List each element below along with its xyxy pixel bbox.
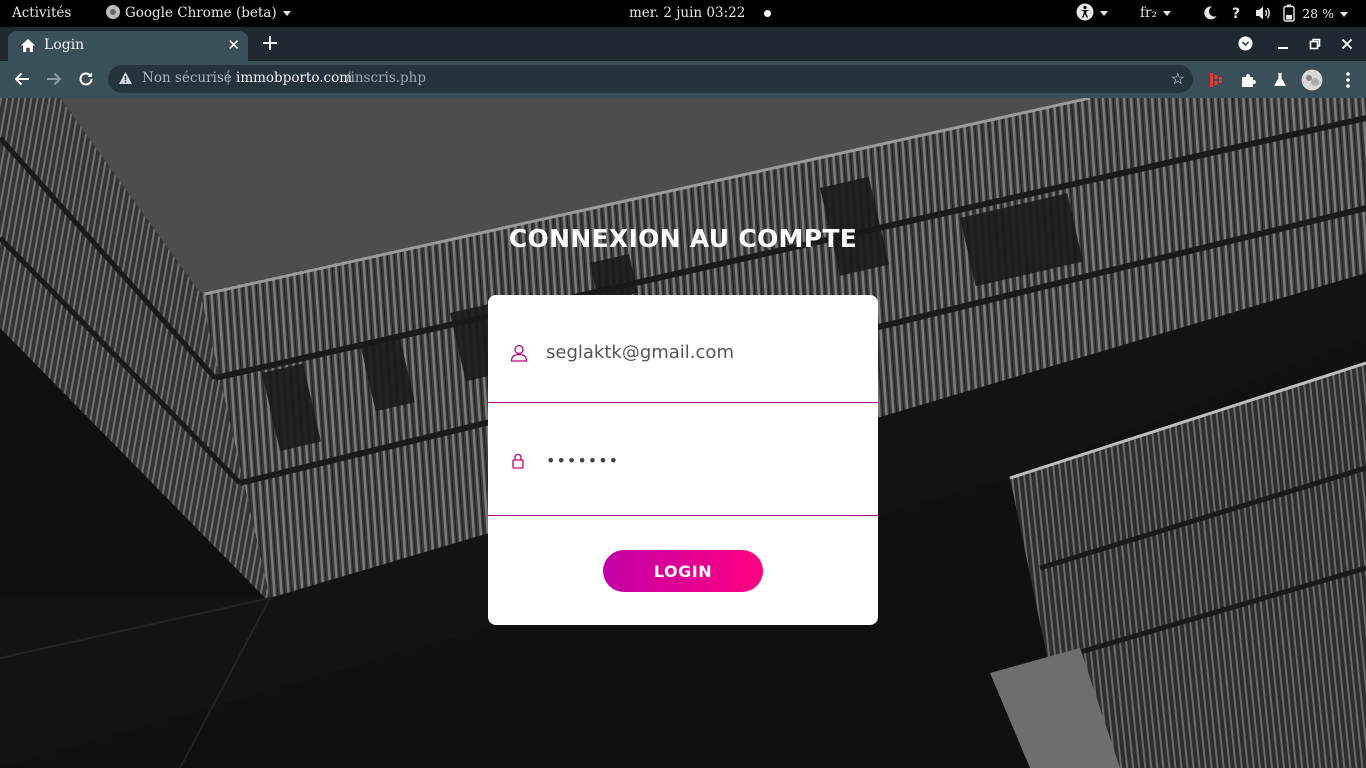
new-tab-button[interactable]: +: [258, 30, 282, 58]
home-icon: [21, 39, 35, 52]
tab-search-button[interactable]: [1232, 30, 1258, 58]
forward-button[interactable]: [40, 65, 68, 93]
app-name: Google Chrome (beta): [125, 5, 277, 21]
maximize-button[interactable]: [1302, 30, 1328, 58]
email-field[interactable]: [546, 337, 846, 367]
page-viewport: CONNEXION AU COMPTE LOGIN: [0, 98, 1366, 768]
system-top-bar: Activités Google Chrome (beta) mer. 2 ju…: [0, 0, 1366, 27]
clock[interactable]: mer. 2 juin 03:22: [629, 0, 771, 27]
battery-percent: 28 %: [1302, 6, 1334, 21]
browser-toolbar: Non sécurisé | immobporto.com /inscris.p…: [0, 61, 1366, 98]
tab-title: Login: [44, 37, 85, 53]
app-menu[interactable]: Google Chrome (beta): [105, 0, 291, 27]
profile-button[interactable]: [1300, 68, 1324, 92]
email-field-row: [488, 295, 878, 403]
arrow-left-icon: [14, 72, 29, 86]
bookmark-star-icon[interactable]: ☆: [1171, 69, 1185, 88]
datetime: mer. 2 juin 03:22: [629, 5, 746, 21]
restore-icon: [1309, 38, 1321, 50]
back-button[interactable]: [8, 65, 36, 93]
lock-icon: [512, 453, 524, 469]
close-window-button[interactable]: [1334, 30, 1360, 58]
close-icon: [1341, 38, 1353, 50]
minimize-button[interactable]: [1270, 30, 1296, 58]
more-vert-icon: [1346, 72, 1350, 88]
extension-red-button[interactable]: [1204, 68, 1228, 92]
separator: |: [226, 69, 231, 85]
chrome-icon: [106, 5, 120, 19]
chevron-down-icon: [1339, 12, 1348, 17]
chevron-down-icon: [1162, 11, 1171, 16]
arrow-right-icon: [47, 72, 62, 86]
user-icon: [510, 344, 528, 362]
accessibility-menu[interactable]: [1076, 0, 1108, 27]
labs-button[interactable]: [1268, 68, 1292, 92]
night-light-icon: [1204, 6, 1217, 20]
avatar-icon: [1301, 69, 1323, 91]
flask-icon: [1274, 73, 1286, 86]
activities-button[interactable]: Activités: [12, 0, 71, 27]
extensions-button[interactable]: [1236, 68, 1260, 92]
help-icon: ?: [1232, 6, 1240, 22]
volume-icon: [1255, 6, 1270, 20]
minimize-icon: [1278, 47, 1288, 49]
password-field-row: [488, 408, 878, 516]
url-host: immobporto.com: [236, 70, 353, 86]
status-menu[interactable]: ? 28 %: [1202, 0, 1348, 27]
tab-strip: Login ✕: [0, 27, 1366, 61]
accessibility-icon: [1076, 3, 1094, 21]
chevron-down-icon: [282, 11, 291, 16]
chevron-down-icon: [1100, 11, 1108, 16]
page-title: CONNEXION AU COMPTE: [508, 224, 858, 253]
chevron-down-icon: [1238, 36, 1252, 51]
warning-icon: [119, 72, 132, 84]
security-label[interactable]: Non sécurisé: [142, 70, 232, 86]
keyboard-layout-menu[interactable]: fr₂: [1140, 0, 1171, 27]
svg-text:?: ?: [1232, 6, 1240, 21]
url-path: /inscris.php: [346, 70, 427, 86]
chrome-menu-button[interactable]: [1336, 68, 1360, 92]
keyboard-layout: fr₂: [1140, 5, 1157, 21]
notification-dot-icon: [763, 10, 771, 17]
reload-button[interactable]: [72, 65, 100, 93]
extension-red-icon: [1210, 73, 1222, 87]
tab-login[interactable]: Login ✕: [8, 31, 248, 61]
reload-icon: [79, 72, 93, 86]
close-tab-icon[interactable]: ✕: [227, 36, 240, 54]
login-card: LOGIN: [488, 295, 878, 625]
puzzle-icon: [1242, 74, 1256, 87]
address-bar[interactable]: Non sécurisé | immobporto.com /inscris.p…: [108, 65, 1193, 93]
battery-icon: [1283, 4, 1295, 22]
password-field[interactable]: [546, 445, 846, 475]
login-button[interactable]: LOGIN: [603, 550, 763, 592]
